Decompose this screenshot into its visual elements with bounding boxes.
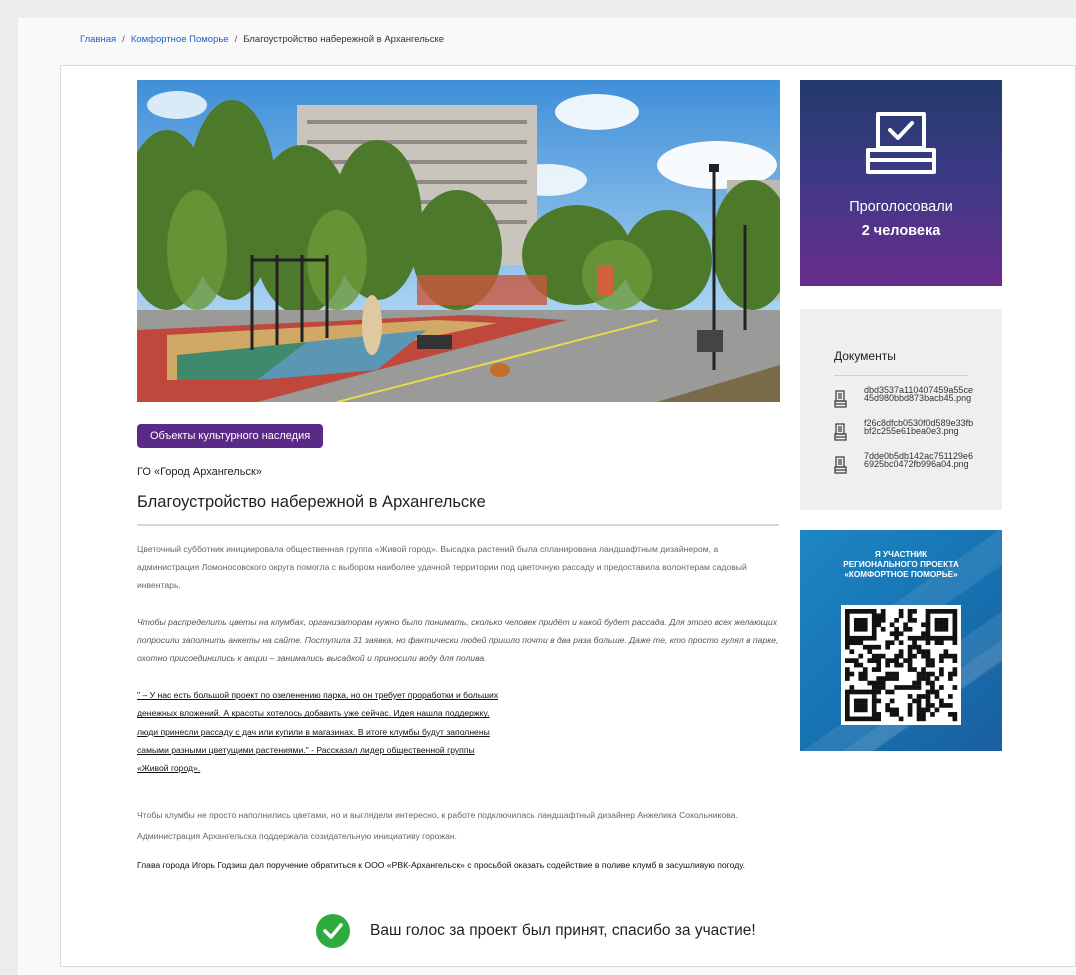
- project-title: Благоустройство набережной в Архангельск…: [137, 493, 486, 511]
- breadcrumb: Главная / Комфортное Поморье / Благоустройст…: [80, 34, 444, 45]
- documents-panel: Документы dbd3537a110407459a55ce45d980bb…: [800, 309, 1002, 510]
- promo-caption-line: РЕГИОНАЛЬНОГО ПРОЕКТА: [843, 560, 959, 569]
- project-category-tag[interactable]: Объекты культурного наследия: [137, 424, 324, 448]
- title-divider: [137, 524, 779, 526]
- document-filename[interactable]: f26c8dfcb0530f0d589e33fbbf2c255e61bea0e3…: [864, 419, 974, 446]
- documents-divider: [834, 375, 968, 376]
- document-link[interactable]: f26c8dfcb0530f0d589e33fbbf2c255e61bea0e3…: [834, 419, 974, 446]
- quote-line: " – У нас есть большой проект по озелене…: [137, 690, 499, 700]
- article-paragraph: Чтобы клумбы не просто наполнились цвета…: [137, 810, 738, 841]
- vote-count-label: Проголосовали: [849, 199, 953, 215]
- breadcrumb-separator: /: [122, 34, 125, 45]
- vote-confirmation: Ваш голос за проект был принят, спасибо …: [316, 914, 756, 948]
- article-paragraph: Чтобы распределить цветы на клумбах, орг…: [137, 617, 779, 663]
- breadcrumb-home-link[interactable]: Главная: [80, 34, 116, 45]
- document-filename[interactable]: dbd3537a110407459a55ce45d980bbd873bacb45…: [864, 386, 974, 413]
- document-filename[interactable]: 7dde0b5db142ac751129e66925bc0472fb996a04…: [864, 452, 974, 479]
- breadcrumb-current: Благоустройство набережной в Архангельск…: [243, 34, 445, 45]
- document-icon: [834, 390, 848, 413]
- quote-line: «Живой город».: [137, 763, 201, 774]
- promo-caption: Я УЧАСТНИК РЕГИОНАЛЬНОГО ПРОЕКТА «КОМФОР…: [800, 550, 1002, 580]
- vote-confirmation-text: Ваш голос за проект был принят, спасибо …: [370, 922, 756, 939]
- checkmark-icon: [316, 914, 350, 948]
- project-organization: ГО «Город Архангельск»: [137, 466, 262, 478]
- quote-line: самыми разными цветущими растениями." - …: [137, 744, 475, 755]
- article-quote: " – У нас есть большой проект по озелене…: [137, 686, 597, 777]
- project-photo: [137, 80, 780, 402]
- ballot-box-icon: [864, 110, 938, 181]
- vote-count-value: 2 человека: [861, 223, 941, 239]
- document-link[interactable]: 7dde0b5db142ac751129e66925bc0472fb996a04…: [834, 452, 974, 479]
- quote-line: люди принесли рассаду с дач или купили в…: [137, 726, 490, 737]
- promo-caption-line: «КОМФОРТНОЕ ПОМОРЬЕ»: [844, 570, 958, 579]
- article-paragraph: Глава города Игорь Годзиш дал поручение …: [137, 860, 746, 870]
- document-link[interactable]: dbd3537a110407459a55ce45d980bbd873bacb45…: [834, 386, 974, 413]
- quote-line: денежных вложений. А красоты хотелось до…: [137, 708, 490, 719]
- article-paragraph: Цветочный субботник инициировала обществ…: [137, 544, 747, 590]
- vote-box: Проголосовали 2 человека: [800, 80, 1002, 286]
- qr-code[interactable]: [841, 605, 961, 725]
- promo-caption-line: Я УЧАСТНИК: [874, 550, 928, 559]
- document-icon: [834, 423, 848, 446]
- documents-heading: Документы: [834, 349, 896, 363]
- project-promo-banner[interactable]: Я УЧАСТНИК РЕГИОНАЛЬНОГО ПРОЕКТА «КОМФОР…: [800, 530, 1002, 751]
- breadcrumb-separator: /: [234, 34, 238, 45]
- document-icon: [834, 456, 848, 479]
- breadcrumb-section-link[interactable]: Комфортное Поморье: [131, 34, 229, 45]
